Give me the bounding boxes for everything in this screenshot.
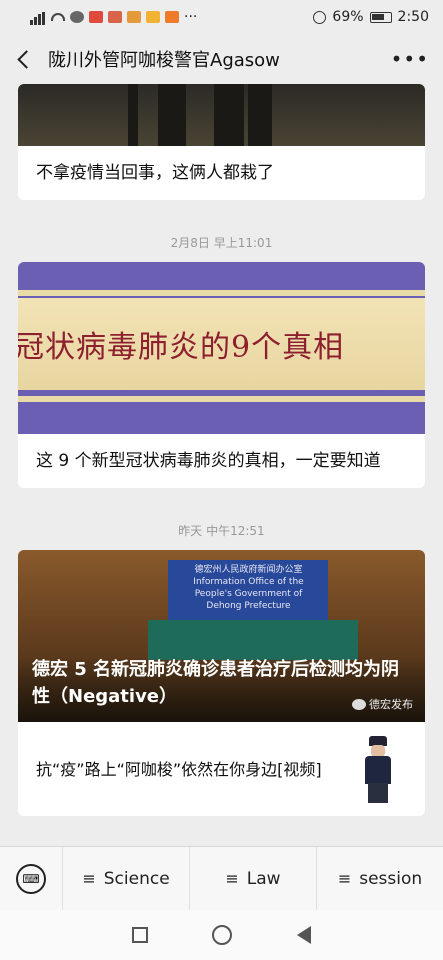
sub-article[interactable]: 抗“疫”路上“阿咖梭”依然在你身边[视频]	[18, 722, 425, 816]
clock: 2:50	[397, 9, 429, 25]
more-notifications-icon: ···	[184, 9, 198, 25]
featured-title[interactable]: 德宏 5 名新冠肺炎确诊患者治疗后检测均为阴性（Negative）	[18, 656, 425, 722]
image-banner: 冠状病毒肺炎的9个真相	[18, 298, 425, 390]
battery-icon	[369, 11, 392, 23]
article-title[interactable]: 不拿疫情当回事，这俩人都栽了	[18, 146, 425, 200]
article-card[interactable]: 不拿疫情当回事，这俩人都栽了	[18, 84, 425, 200]
system-navigation	[0, 910, 443, 960]
sub-article-title[interactable]: 抗“疫”路上“阿咖梭”依然在你身边[视频]	[36, 758, 347, 781]
article-image	[18, 84, 425, 146]
wechat-icon	[352, 698, 366, 710]
article-image[interactable]: 德宏州人民政府新闻办公室 Information Office of the P…	[18, 550, 425, 722]
image-banner-text: 冠状病毒肺炎的9个真相	[18, 330, 345, 365]
home-icon[interactable]	[212, 925, 233, 945]
menu-icon: ≡	[337, 869, 352, 888]
recents-icon[interactable]	[132, 927, 149, 943]
sub-article-thumbnail	[347, 734, 407, 804]
nav-bar: 陇川外管阿咖梭警官Agasow •••	[0, 34, 443, 84]
app-play-icon	[165, 11, 179, 23]
app-red-icon	[89, 11, 103, 23]
menu-icon: ≡	[82, 869, 96, 888]
menu-icon: ≡	[225, 869, 239, 888]
article-image: 冠状病毒肺炎的9个真相	[18, 262, 425, 434]
wifi-icon	[51, 13, 65, 21]
back-nav-icon[interactable]	[296, 926, 311, 944]
status-right: 69% 2:50	[313, 9, 429, 25]
battery-percent: 69%	[332, 9, 364, 25]
keyboard-icon[interactable]: ⌨	[16, 863, 46, 894]
keyboard-toggle[interactable]: ⌨	[0, 847, 62, 911]
menu-science[interactable]: ≡ Science	[62, 846, 189, 911]
press-table	[148, 620, 358, 660]
timestamp: 昨天 中午12:51	[178, 524, 265, 538]
source-label: 德宏发布	[352, 696, 413, 712]
menu-law[interactable]: ≡ Law	[189, 846, 316, 911]
app-yellow-icon	[146, 11, 160, 23]
press-backdrop-text: 德宏州人民政府新闻办公室 Information Office of the P…	[193, 565, 304, 611]
app-weibo-icon	[127, 11, 141, 23]
status-left: ···	[30, 9, 313, 25]
timestamp: 2月8日 早上11:01	[170, 236, 273, 250]
alarm-icon	[313, 10, 327, 24]
article-card[interactable]: 冠状病毒肺炎的9个真相 这 9 个新型冠状病毒肺炎的真相，一定要知道	[18, 262, 425, 488]
back-icon[interactable]	[14, 47, 38, 71]
app-text-icon	[108, 11, 122, 23]
chat-icon	[70, 11, 84, 23]
page-title: 陇川外管阿咖梭警官Agasow	[48, 50, 280, 71]
message-feed[interactable]: 不拿疫情当回事，这俩人都栽了 2月8日 早上11:01 冠状病毒肺炎的9个真相 …	[0, 84, 443, 846]
article-card[interactable]: 德宏州人民政府新闻办公室 Information Office of the P…	[18, 550, 425, 816]
article-title[interactable]: 这 9 个新型冠状病毒肺炎的真相，一定要知道	[18, 434, 425, 488]
more-options-icon[interactable]: •••	[391, 47, 429, 71]
status-bar: ··· 69% 2:50	[0, 0, 443, 34]
signal-icon	[30, 9, 46, 25]
bottom-menu: ⌨ ≡ Science ≡ Law ≡ session	[0, 846, 443, 911]
menu-session[interactable]: ≡ session	[316, 846, 443, 911]
